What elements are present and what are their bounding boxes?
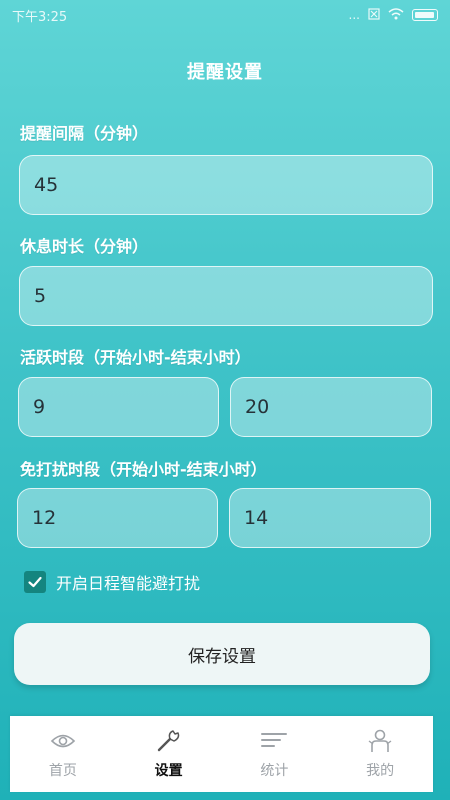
page-title: 提醒设置 [187, 62, 263, 83]
status-bar: 下午3:25 ... [0, 0, 450, 30]
rest-label: 休息时长（分钟） [20, 237, 149, 256]
status-time: 下午3:25 [12, 9, 68, 25]
dnd-label: 免打扰时段（开始小时-结束小时） [20, 460, 267, 479]
active-end-input[interactable]: 20 [230, 377, 432, 437]
nav-label-stats: 统计 [260, 763, 289, 779]
nav-label-settings: 设置 [154, 763, 183, 779]
interval-input[interactable]: 45 [19, 155, 433, 215]
smart-avoid-checkbox[interactable] [24, 571, 46, 593]
dnd-start-input[interactable]: 12 [17, 488, 218, 548]
battery-icon [412, 9, 438, 21]
check-icon [28, 576, 42, 588]
nav-label-profile: 我的 [366, 763, 395, 779]
nav-item-stats[interactable]: 统计 [222, 716, 328, 792]
smart-avoid-label: 开启日程智能避打扰 [56, 574, 201, 593]
wifi-icon [388, 7, 404, 23]
person-icon [366, 728, 394, 754]
nav-item-profile[interactable]: 我的 [327, 716, 433, 792]
active-label: 活跃时段（开始小时-结束小时） [20, 348, 251, 367]
eye-icon [49, 728, 77, 754]
dots-indicator: ... [348, 8, 360, 22]
bars-icon [260, 728, 288, 754]
nav-label-home: 首页 [48, 763, 77, 779]
active-start-input[interactable]: 9 [18, 377, 219, 437]
nav-item-home[interactable]: 首页 [10, 716, 116, 792]
wrench-icon [155, 728, 183, 754]
dnd-end-input[interactable]: 14 [229, 488, 431, 548]
smart-avoid-row[interactable]: 开启日程智能避打扰 [24, 570, 200, 594]
bottom-nav: 首页 设置 统计 我的 [10, 716, 433, 792]
status-indicators: ... [348, 7, 438, 23]
rest-input[interactable]: 5 [19, 266, 433, 326]
sim-icon [368, 7, 380, 23]
save-button[interactable]: 保存设置 [14, 623, 430, 685]
interval-label: 提醒间隔（分钟） [20, 124, 149, 143]
nav-item-settings[interactable]: 设置 [116, 716, 222, 792]
